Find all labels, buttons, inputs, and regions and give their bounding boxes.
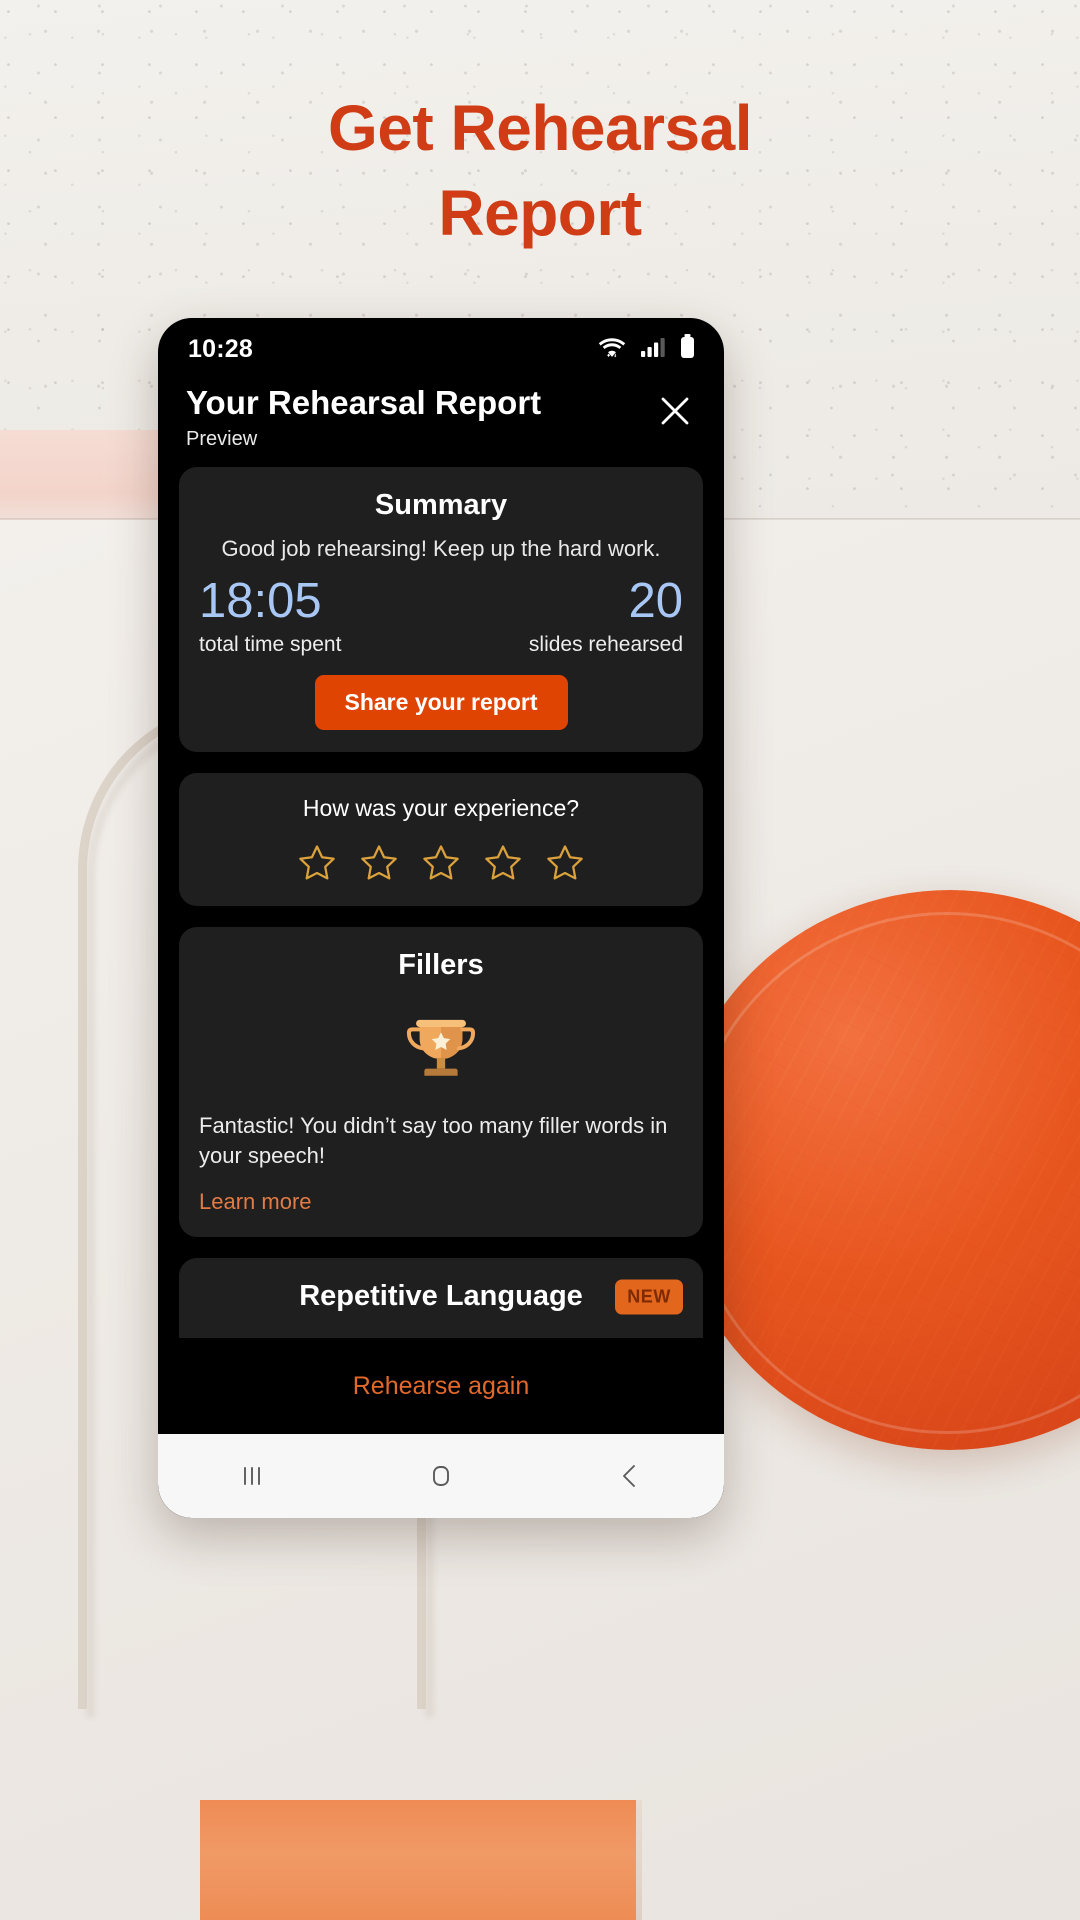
android-nav-bar <box>158 1434 724 1518</box>
header-text-block: Your Rehearsal Report Preview <box>186 384 541 451</box>
table-edge <box>636 1800 642 1920</box>
status-clock: 10:28 <box>188 334 253 363</box>
repetitive-card-title: Repetitive Language <box>299 1280 583 1313</box>
fillers-body-text: Fantastic! You didn’t say too many fille… <box>199 1113 668 1169</box>
recents-button[interactable] <box>201 1449 303 1503</box>
summary-card: Summary Good job rehearsing! Keep up the… <box>179 466 703 753</box>
app-header: Your Rehearsal Report Preview <box>158 380 724 467</box>
page-subtitle: Preview <box>186 427 258 450</box>
cellular-signal-icon <box>640 336 666 363</box>
share-report-button[interactable]: Share your report <box>314 675 568 731</box>
stat-slides: 20 slides rehearsed <box>441 573 683 657</box>
new-badge: NEW <box>615 1279 683 1315</box>
recents-icon <box>235 1467 269 1497</box>
page-title: Your Rehearsal Report <box>186 384 542 421</box>
star-icon-5[interactable] <box>544 842 586 884</box>
status-icon-group <box>597 334 696 364</box>
fillers-learn-more-link[interactable]: Learn more <box>199 1189 312 1215</box>
summary-card-title: Summary <box>374 488 508 521</box>
fillers-card-title: Fillers <box>398 949 484 982</box>
star-icon-2[interactable] <box>358 842 400 884</box>
experience-question: How was your experience? <box>302 795 580 822</box>
promo-headline: Get Rehearsal Report <box>0 86 1080 256</box>
rehearse-again-button[interactable]: Rehearse again <box>353 1372 530 1401</box>
fillers-trophy-wrap <box>199 1008 683 1089</box>
summary-stats: 18:05 total time spent 20 slides rehears… <box>199 573 683 657</box>
star-rating-group[interactable] <box>199 842 683 884</box>
star-icon-4[interactable] <box>482 842 524 884</box>
home-icon <box>424 1466 458 1497</box>
report-scroll-area[interactable]: Summary Good job rehearsing! Keep up the… <box>158 466 724 1338</box>
stat-slides-label: slides rehearsed <box>528 633 683 657</box>
phone-mockup: 10:28 Your Rehearsal Report Preview Summ… <box>158 318 724 1518</box>
fillers-card: Fillers Fantastic! You didn’t say too ma… <box>179 927 703 1238</box>
headline-line-2: Report <box>438 177 642 250</box>
star-icon-1[interactable] <box>296 842 338 884</box>
close-icon <box>658 394 692 433</box>
experience-rating-card: How was your experience? <box>179 773 703 907</box>
wifi-icon <box>597 335 627 364</box>
star-icon-3[interactable] <box>420 842 462 884</box>
home-button[interactable] <box>390 1449 492 1503</box>
stat-total-time-value: 18:05 <box>199 573 322 628</box>
back-chevron-icon <box>613 1465 647 1497</box>
repetitive-card-header: Repetitive Language NEW <box>199 1279 683 1315</box>
stat-total-time: 18:05 total time spent <box>199 573 441 657</box>
repetitive-language-card: Repetitive Language NEW <box>179 1258 703 1338</box>
close-button[interactable] <box>652 390 698 436</box>
stat-total-time-label: total time spent <box>199 633 342 657</box>
bottom-action-bar: Rehearse again <box>158 1338 724 1434</box>
back-button[interactable] <box>579 1449 681 1503</box>
headline-line-1: Get Rehearsal <box>328 92 752 164</box>
stat-slides-value: 20 <box>628 573 683 628</box>
status-bar: 10:28 <box>158 318 724 380</box>
share-button-row: Share your report <box>199 675 683 731</box>
orange-table-surface <box>200 1800 640 1920</box>
battery-icon <box>679 334 696 364</box>
summary-message: Good job rehearsing! Keep up the hard wo… <box>221 535 661 561</box>
trophy-icon <box>403 1008 479 1089</box>
